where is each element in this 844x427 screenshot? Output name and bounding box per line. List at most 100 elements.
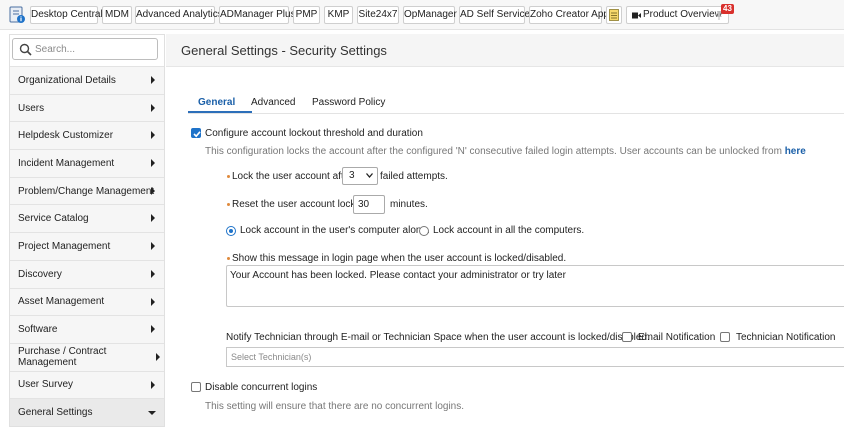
notes-icon [609,9,619,21]
reset-minutes-input[interactable]: 30 [353,195,385,214]
top-toolbar: Desktop Central MDM Advanced Analytics A… [0,0,844,30]
sidebar-item-label: User Survey [18,379,74,391]
toolbar-admanager-plus[interactable]: ADManager Plus [219,6,296,24]
sidebar-item-project-management[interactable]: Project Management [10,232,164,260]
sidebar-item-organizational-details[interactable]: Organizational Details [10,66,164,94]
concurrent-logins-help: This setting will ensure that there are … [205,401,465,412]
chevron-right-icon [151,242,155,251]
technician-notification-checkbox[interactable] [720,332,730,342]
sidebar-item-users[interactable]: Users [10,93,164,122]
sidebar-item-label: General Settings [18,407,93,419]
chevron-right-icon [151,103,155,112]
sidebar: Organizational Details Users Helpdesk Cu… [9,34,165,427]
chevron-right-icon [151,131,155,140]
sidebar-search [12,38,158,60]
failed-attempts-select[interactable]: 3 [342,167,378,185]
lockout-checkbox[interactable] [191,128,201,138]
lockout-help-description: This configuration locks the account aft… [205,146,782,157]
reset-lock-label: Reset the user account lock in [232,199,366,210]
product-overview-button[interactable]: Product Overview [626,6,729,24]
lock-after-suffix: failed attempts. [380,171,448,182]
required-indicator [227,203,230,206]
technician-notification-label: Technician Notification [736,332,836,343]
app-info-icon[interactable] [8,6,26,24]
select-technicians-field[interactable]: Select Technician(s) [226,347,844,367]
sidebar-item-label: Incident Management [18,157,115,169]
tab-advanced[interactable]: Advanced [251,97,295,108]
tab-general[interactable]: General [198,97,235,108]
sidebar-item-general-settings[interactable]: General Settings [10,398,164,426]
email-notification-label: Email Notification [638,332,716,343]
chevron-right-icon [151,214,155,223]
chevron-right-icon [151,186,155,195]
sidebar-item-software[interactable]: Software [10,315,164,343]
chevron-right-icon [156,352,160,361]
failed-attempts-value: 3 [349,170,355,181]
lock-all-computers-label: Lock account in all the computers. [433,225,585,236]
sidebar-item-incident-management[interactable]: Incident Management [10,149,164,177]
notify-technician-label: Notify Technician through E-mail or Tech… [226,332,650,343]
lockout-label: Configure account lockout threshold and … [205,128,423,139]
toolbar-kmp[interactable]: KMP [324,6,353,24]
chevron-right-icon [151,76,155,84]
product-overview-label: Product Overview [643,9,722,20]
settings-panel: General Advanced Password Policy Configu… [166,67,844,427]
email-notification-checkbox[interactable] [622,332,632,342]
chevron-right-icon [151,269,155,278]
lock-computer-radio[interactable] [226,226,236,236]
required-indicator [227,257,230,260]
sidebar-item-service-catalog[interactable]: Service Catalog [10,204,164,233]
toolbar-pmp[interactable]: PMP [293,6,320,24]
chevron-right-icon [151,380,155,389]
sidebar-search-input[interactable] [35,41,153,57]
toolbar-desktop-central[interactable]: Desktop Central [30,6,103,24]
checkmark-icon [193,131,201,138]
lock-message-label: Show this message in login page when the… [232,253,567,264]
tab-divider [188,113,844,114]
sidebar-nav: Organizational Details Users Helpdesk Cu… [10,66,164,426]
chevron-right-icon [151,325,155,334]
page-title: General Settings - Security Settings [181,43,387,58]
sidebar-item-label: Project Management [18,240,111,252]
lockout-help-text: This configuration locks the account aft… [205,146,806,157]
sidebar-item-label: Organizational Details [18,74,116,86]
sidebar-item-label: Users [18,102,45,114]
sidebar-item-purchase-contract-management[interactable]: Purchase / Contract Management [10,342,164,371]
notes-button[interactable] [606,6,622,24]
sidebar-item-label: Problem/Change Management [18,185,155,197]
sidebar-item-label: Software [18,324,58,336]
toolbar-zoho-creator-app[interactable]: Zoho Creator App [529,6,609,24]
chevron-down-icon [148,411,156,416]
sidebar-item-problem-change-management[interactable]: Problem/Change Management [10,176,164,205]
sidebar-item-user-survey[interactable]: User Survey [10,370,164,399]
required-indicator [227,175,230,178]
chevron-right-icon [151,159,155,168]
chevron-right-icon [151,297,155,306]
unlock-here-link[interactable]: here [785,146,806,157]
sidebar-item-discovery[interactable]: Discovery [10,259,164,288]
toolbar-mdm[interactable]: MDM [102,6,132,24]
lock-computer-label: Lock account in the user's computer alon… [240,225,430,236]
concurrent-logins-checkbox[interactable] [191,382,201,392]
lock-message-textarea[interactable]: Your Account has been locked. Please con… [226,265,844,307]
video-camera-icon [632,12,641,19]
sidebar-item-label: Service Catalog [18,213,89,225]
concurrent-logins-label: Disable concurrent logins [205,382,318,393]
lock-after-label: Lock the user account after [232,171,353,182]
sidebar-item-helpdesk-customizer[interactable]: Helpdesk Customizer [10,121,164,150]
page-header: General Settings - Security Settings [166,34,844,67]
sidebar-item-label: Purchase / Contract Management [18,346,107,369]
tab-password-policy[interactable]: Password Policy [312,97,385,108]
lock-all-computers-radio[interactable] [419,226,429,236]
toolbar-site24x7[interactable]: Site24x7 [357,6,399,24]
chevron-down-icon [366,173,373,178]
toolbar-opmanager[interactable]: OpManager [403,6,457,24]
toolbar-advanced-analytics[interactable]: Advanced Analytics [135,6,223,24]
toolbar-ad-self-service[interactable]: AD Self Service [459,6,530,24]
sidebar-item-label: Asset Management [18,296,105,308]
notification-count-badge: 43 [721,4,734,14]
search-icon [19,43,32,56]
sidebar-item-label: Helpdesk Customizer [18,130,114,142]
reset-lock-suffix: minutes. [390,199,428,210]
sidebar-item-asset-management[interactable]: Asset Management [10,287,164,316]
